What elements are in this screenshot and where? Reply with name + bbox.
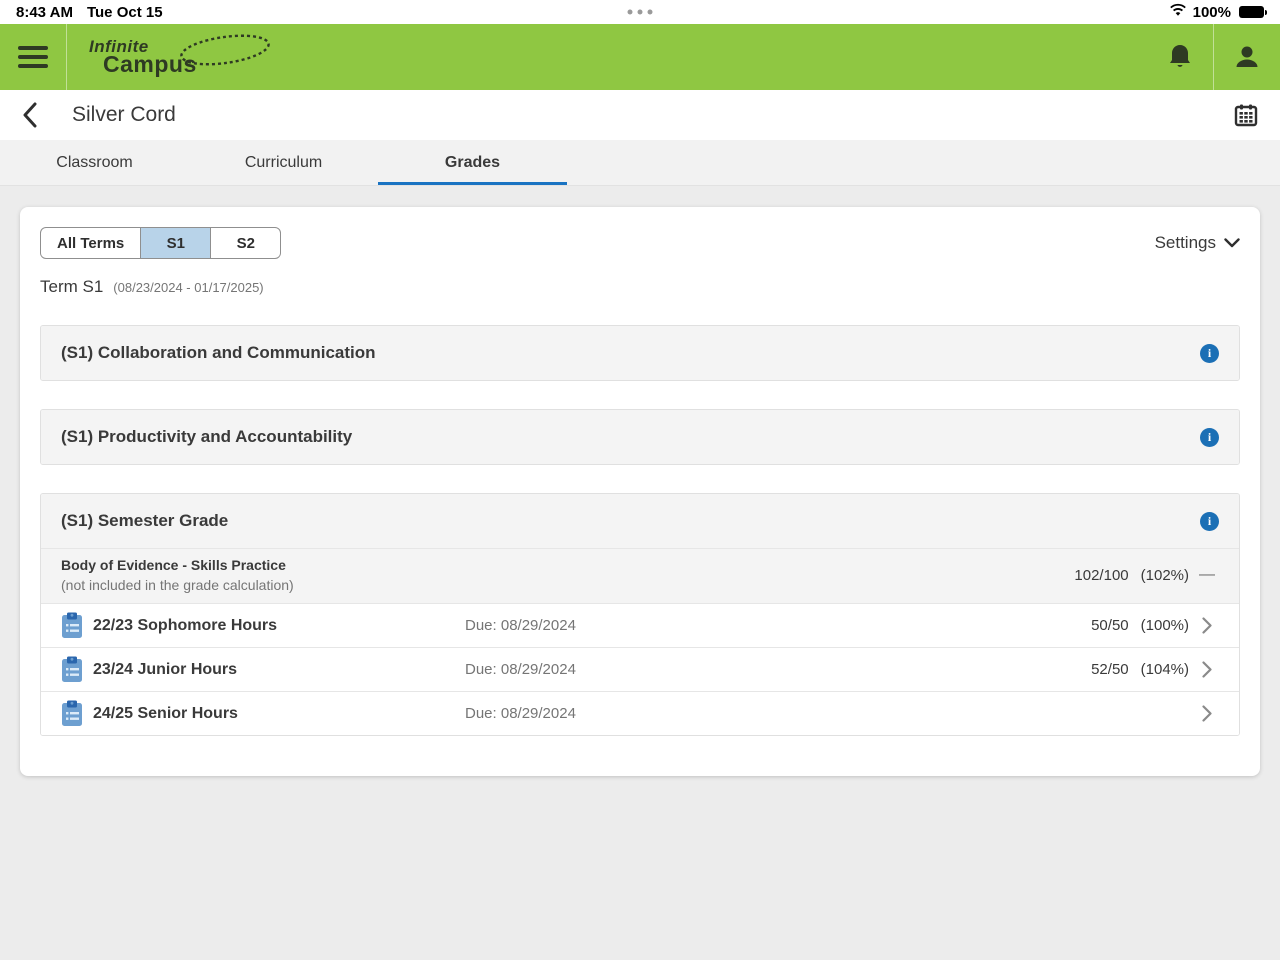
- category-note: (not included in the grade calculation): [61, 577, 294, 593]
- chevron-right-icon: [1189, 705, 1225, 722]
- settings-label: Settings: [1154, 233, 1216, 252]
- section-title: (S1) Collaboration and Communication: [61, 343, 376, 362]
- no-detail-dash: —: [1199, 566, 1215, 583]
- assignment-score: 50/50: [1091, 617, 1129, 634]
- category-row: Body of Evidence - Skills Practice (not …: [41, 548, 1239, 603]
- tab-curriculum[interactable]: Curriculum: [189, 140, 378, 185]
- assignment-due-date: Due: 08/29/2024: [465, 617, 576, 634]
- info-icon[interactable]: i: [1200, 427, 1219, 447]
- chevron-right-icon: [1189, 661, 1225, 678]
- grade-section-productivity: (S1) Productivity and Accountability i: [40, 409, 1240, 465]
- page-title-bar: Silver Cord: [0, 90, 1280, 140]
- assignment-clipboard-icon: [61, 656, 93, 683]
- back-chevron-icon: [23, 102, 37, 128]
- assignment-title: 23/24 Junior Hours: [93, 660, 238, 678]
- person-icon: [1236, 46, 1258, 67]
- assignment-score: 52/50: [1091, 661, 1129, 678]
- assignment-row-junior[interactable]: 23/24 Junior Hours Due: 08/29/2024 52/50…: [41, 647, 1239, 691]
- assignment-percent: (104%): [1140, 661, 1189, 678]
- term-info: Term S1 (08/23/2024 - 01/17/2025): [40, 277, 1240, 297]
- category-percent: (102%): [1140, 566, 1189, 584]
- assignment-row-sophomore[interactable]: 22/23 Sophomore Hours Due: 08/29/2024 50…: [41, 603, 1239, 647]
- grade-section-semester: (S1) Semester Grade i Body of Evidence -…: [40, 493, 1240, 736]
- wifi-icon: [1169, 3, 1187, 21]
- assignment-clipboard-icon: [61, 612, 93, 639]
- bell-icon: [1170, 45, 1190, 67]
- assignment-title: 24/25 Senior Hours: [93, 704, 238, 722]
- hamburger-menu-button[interactable]: [0, 24, 67, 90]
- status-bar: 8:43 AM Tue Oct 15 100%: [0, 0, 1280, 24]
- info-icon[interactable]: i: [1200, 511, 1219, 531]
- date: Tue Oct 15: [86, 3, 163, 21]
- app-header: Infinite Campus: [0, 24, 1280, 90]
- term-date-range: (08/23/2024 - 01/17/2025): [113, 280, 264, 295]
- section-header[interactable]: (S1) Semester Grade i: [41, 494, 1239, 548]
- multitask-dots-icon: [627, 9, 653, 15]
- info-icon[interactable]: i: [1200, 343, 1219, 363]
- clock: 8:43 AM: [16, 3, 73, 21]
- infinite-campus-logo: Infinite Campus: [67, 24, 270, 90]
- term-chip-s1[interactable]: S1: [140, 228, 211, 258]
- tab-classroom[interactable]: Classroom: [0, 140, 189, 185]
- tab-grades[interactable]: Grades: [378, 140, 567, 185]
- tab-bar: Classroom Curriculum Grades: [0, 140, 1280, 186]
- calendar-button[interactable]: [1234, 103, 1258, 127]
- chevron-down-icon: [1224, 238, 1240, 248]
- content-area: All Terms S1 S2 Settings Term S1 (08/23/…: [0, 186, 1280, 797]
- hamburger-icon: [18, 41, 48, 73]
- notifications-button[interactable]: [1147, 24, 1213, 90]
- assignment-row-senior[interactable]: 24/25 Senior Hours Due: 08/29/2024: [41, 691, 1239, 735]
- page-title: Silver Cord: [72, 103, 176, 126]
- section-header[interactable]: (S1) Collaboration and Communication i: [41, 326, 1239, 380]
- calendar-icon: [1234, 104, 1258, 127]
- account-button[interactable]: [1214, 24, 1280, 90]
- section-title: (S1) Semester Grade: [61, 511, 229, 530]
- battery-icon: [1239, 6, 1267, 18]
- assignment-due-date: Due: 08/29/2024: [465, 661, 576, 678]
- chevron-right-icon: [1189, 617, 1225, 634]
- grades-card: All Terms S1 S2 Settings Term S1 (08/23/…: [20, 207, 1260, 776]
- term-chip-all[interactable]: All Terms: [41, 228, 140, 258]
- settings-dropdown[interactable]: Settings: [1155, 233, 1240, 253]
- category-name: Body of Evidence - Skills Practice: [61, 557, 286, 573]
- grade-section-collaboration: (S1) Collaboration and Communication i: [40, 325, 1240, 381]
- term-name: Term S1: [40, 277, 104, 296]
- battery-percent: 100%: [1192, 3, 1231, 21]
- assignment-title: 22/23 Sophomore Hours: [93, 616, 278, 634]
- assignment-percent: (100%): [1140, 617, 1189, 634]
- term-chip-s2[interactable]: S2: [210, 228, 280, 258]
- term-filter-row: All Terms S1 S2 Settings: [40, 227, 1240, 259]
- back-button[interactable]: [22, 102, 58, 128]
- section-title: (S1) Productivity and Accountability: [61, 427, 353, 446]
- term-segmented-control: All Terms S1 S2: [40, 227, 282, 259]
- category-score: 102/100: [1074, 566, 1129, 584]
- section-header[interactable]: (S1) Productivity and Accountability i: [41, 410, 1239, 464]
- assignment-clipboard-icon: [61, 700, 93, 727]
- assignment-due-date: Due: 08/29/2024: [465, 705, 576, 722]
- logo-text-line2: Campus: [103, 51, 197, 77]
